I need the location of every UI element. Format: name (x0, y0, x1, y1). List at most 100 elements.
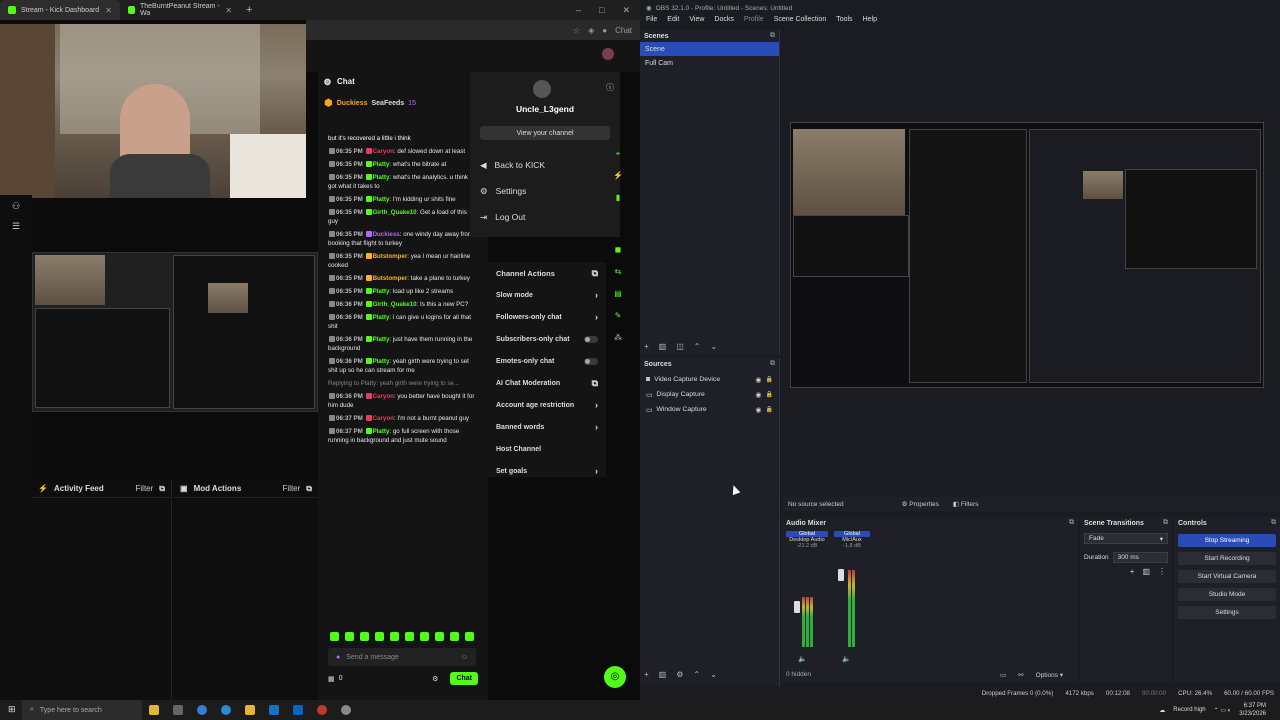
obs-menu-item[interactable]: Help (863, 16, 877, 29)
eye-icon[interactable]: ◉ (755, 376, 761, 384)
chat-username[interactable]: Duckiess (373, 231, 400, 238)
gear-icon[interactable]: ⚙ (676, 670, 683, 679)
source-item[interactable]: ▭ Window Capture ◉ 🔒 (640, 402, 779, 417)
emote-icon[interactable] (330, 632, 339, 641)
info-icon[interactable]: ⓘ (606, 82, 614, 93)
mod-badge-icon[interactable] (329, 196, 335, 203)
down-icon[interactable]: ⌄ (710, 670, 717, 679)
mod-badge-icon[interactable] (329, 301, 335, 308)
obs-preview-canvas[interactable] (790, 122, 1264, 388)
expand-icon[interactable]: ⌖ (612, 148, 624, 160)
settings-item[interactable]: ⚙ Settings (470, 178, 620, 204)
tray-icons[interactable]: ⌃ ▭ ◐ (1214, 707, 1232, 714)
lock-icon[interactable]: 🔒 (766, 391, 773, 398)
chat-link[interactable]: Chat (615, 26, 632, 35)
mod-badge-icon[interactable] (329, 161, 335, 168)
filters-button[interactable]: ◧ Filters (953, 500, 979, 508)
eye-icon[interactable]: ◉ (755, 406, 761, 414)
obs-menu-item[interactable]: Tools (836, 16, 852, 29)
popout-icon[interactable]: ⧉ (159, 484, 165, 494)
taskbar-search[interactable]: ⌕ Type here to search (22, 700, 142, 720)
channel-action-item[interactable]: Slow mode › (488, 284, 606, 306)
chrome-icon[interactable] (197, 705, 207, 715)
mod-badge-icon[interactable] (329, 253, 335, 260)
control-button[interactable]: Settings (1178, 606, 1276, 619)
store-icon[interactable] (269, 705, 279, 715)
windows-start-icon[interactable]: ⊞ (8, 704, 16, 715)
swap-icon[interactable]: ⇆ (612, 266, 624, 278)
emote-icon[interactable] (390, 632, 399, 641)
list-icon[interactable]: ☰ (12, 221, 20, 232)
mute-icon[interactable]: 🔈 (842, 655, 851, 663)
chat-username[interactable]: Caryon (373, 148, 394, 155)
mic-icon[interactable]: ● (336, 654, 340, 661)
options-button[interactable]: Options ▾ (1036, 671, 1063, 679)
archive-icon[interactable]: ▤ (612, 288, 624, 300)
chat-username[interactable]: Girth_Quake10 (373, 209, 417, 216)
emote-icon[interactable] (375, 632, 384, 641)
chat-username[interactable]: Platty (373, 336, 390, 343)
mod-filter-button[interactable]: Filter (283, 484, 301, 493)
record-high[interactable]: Record high (1173, 707, 1205, 713)
popout-icon[interactable]: ⧉ (306, 484, 312, 494)
chat-username[interactable]: Platty (373, 358, 390, 365)
desktop-volume-slider[interactable] (794, 601, 800, 613)
channel-action-item[interactable]: AI Chat Moderation ⧉ (488, 372, 606, 394)
popout-icon[interactable]: ⧉ (592, 268, 598, 279)
channel-action-item[interactable]: Set goals › (488, 460, 606, 482)
app-icon[interactable] (341, 705, 351, 715)
toggle-switch[interactable] (584, 357, 598, 365)
profile-icon[interactable]: ● (602, 26, 607, 35)
back-to-kick-item[interactable]: ◀ Back to KICK (470, 152, 620, 178)
gear-icon[interactable]: ⚙ (432, 675, 438, 683)
lock-icon[interactable]: 🔒 (766, 406, 773, 413)
message-icon[interactable]: ◼ (612, 244, 624, 256)
view-channel-button[interactable]: View your channel (480, 126, 610, 140)
obs-menu-item[interactable]: Scene Collection (774, 16, 827, 29)
trash-icon[interactable]: ▥ (659, 670, 667, 679)
mod-badge-icon[interactable] (329, 231, 335, 238)
chat-username[interactable]: Platty (373, 174, 390, 181)
users-icon[interactable]: ⁂ (612, 332, 624, 344)
chat-username[interactable]: Butstomper (373, 275, 408, 282)
trash-icon[interactable]: ▥ (1142, 567, 1150, 576)
obs-menu-item[interactable]: Edit (667, 16, 679, 29)
control-button[interactable]: Studio Mode (1178, 588, 1276, 601)
address-bar[interactable]: ☆ ◈ ● Chat (306, 20, 640, 40)
emote-icon[interactable] (420, 632, 429, 641)
activity-filter-button[interactable]: Filter (136, 484, 154, 493)
toggle-switch[interactable] (584, 335, 598, 343)
obs-icon[interactable] (317, 705, 327, 715)
properties-button[interactable]: ⚙ Properties (902, 500, 939, 508)
control-button[interactable]: Start Virtual Camera (1178, 570, 1276, 583)
chat-username[interactable]: Platty (373, 428, 390, 435)
chat-username[interactable]: Girth_Quake10 (373, 301, 417, 308)
emote-icon[interactable] (450, 632, 459, 641)
emote-icon[interactable] (405, 632, 414, 641)
add-icon[interactable]: + (1130, 567, 1135, 576)
channel-action-item[interactable]: Subscribers-only chat (488, 328, 606, 350)
obs-menu-item[interactable]: View (689, 16, 704, 29)
minimize-button[interactable]: – (576, 5, 581, 16)
mod-badge-icon[interactable] (329, 393, 335, 400)
send-chat-button[interactable]: Chat (450, 672, 478, 685)
mod-badge-icon[interactable] (329, 336, 335, 343)
chat-username[interactable]: Butstomper (373, 253, 408, 260)
close-icon[interactable]: ✕ (225, 6, 232, 15)
undock-icon[interactable]: ⧉ (1069, 519, 1074, 527)
undock-icon[interactable]: ⧉ (770, 360, 775, 368)
mod-badge-icon[interactable] (329, 415, 335, 422)
channel-action-item[interactable]: Emotes-only chat (488, 350, 606, 372)
mod-badge-icon[interactable] (329, 314, 335, 321)
file-explorer-icon[interactable] (245, 705, 255, 715)
source-item[interactable]: ◙ Video Capture Device ◉ 🔒 (640, 372, 779, 387)
close-icon[interactable]: ✕ (105, 6, 112, 15)
source-item[interactable]: ▭ Display Capture ◉ 🔒 (640, 387, 779, 402)
star-icon[interactable]: ☆ (573, 26, 580, 35)
mod-badge-icon[interactable] (329, 174, 335, 181)
eye-icon[interactable]: ◉ (755, 391, 761, 399)
undock-icon[interactable]: ⧉ (1163, 519, 1168, 527)
mute-icon[interactable]: 🔈 (798, 655, 807, 663)
channel-action-item[interactable]: Followers-only chat › (488, 306, 606, 328)
logout-item[interactable]: ⇥ Log Out (470, 204, 620, 230)
